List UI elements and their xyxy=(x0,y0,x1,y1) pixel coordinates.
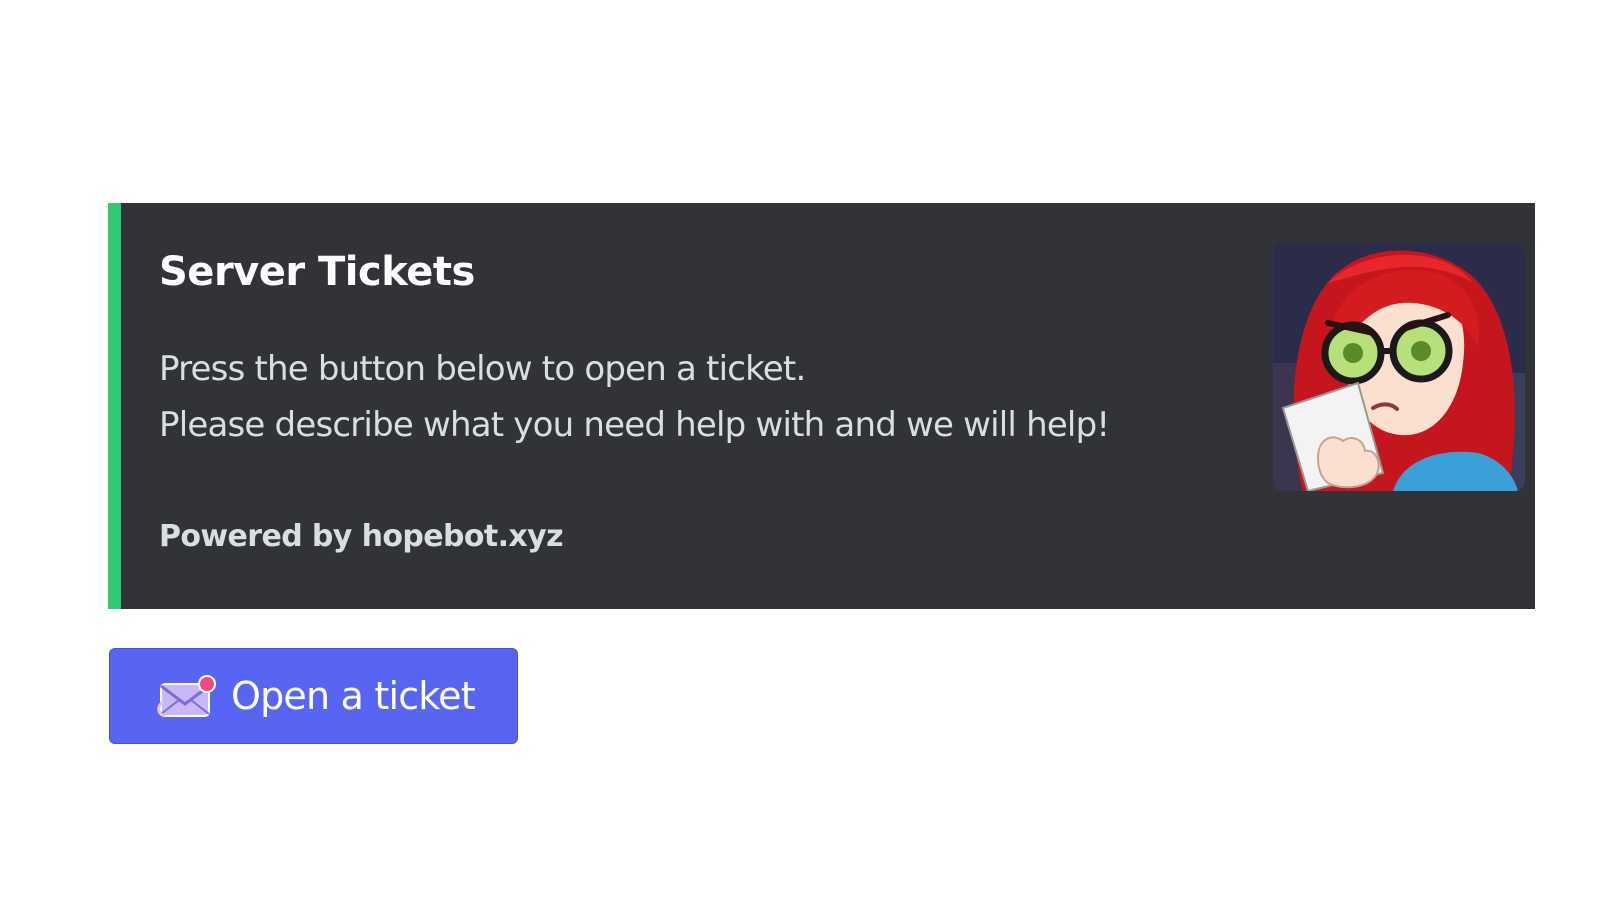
embed-title: Server Tickets xyxy=(159,249,475,295)
open-ticket-button[interactable]: Open a ticket xyxy=(109,648,518,744)
envelope-icon xyxy=(157,672,219,720)
ticket-embed: Server Tickets Press the button below to… xyxy=(108,203,1535,609)
embed-thumbnail[interactable] xyxy=(1273,243,1525,491)
open-ticket-label: Open a ticket xyxy=(231,674,476,718)
embed-description: Press the button below to open a ticket.… xyxy=(159,341,1110,453)
embed-description-line: Please describe what you need help with … xyxy=(159,405,1110,445)
message-container: Server Tickets Press the button below to… xyxy=(0,0,1600,900)
embed-footer: Powered by hopebot.xyz xyxy=(159,519,564,554)
embed-description-line: Press the button below to open a ticket. xyxy=(159,349,806,389)
character-avatar-image xyxy=(1273,243,1525,491)
